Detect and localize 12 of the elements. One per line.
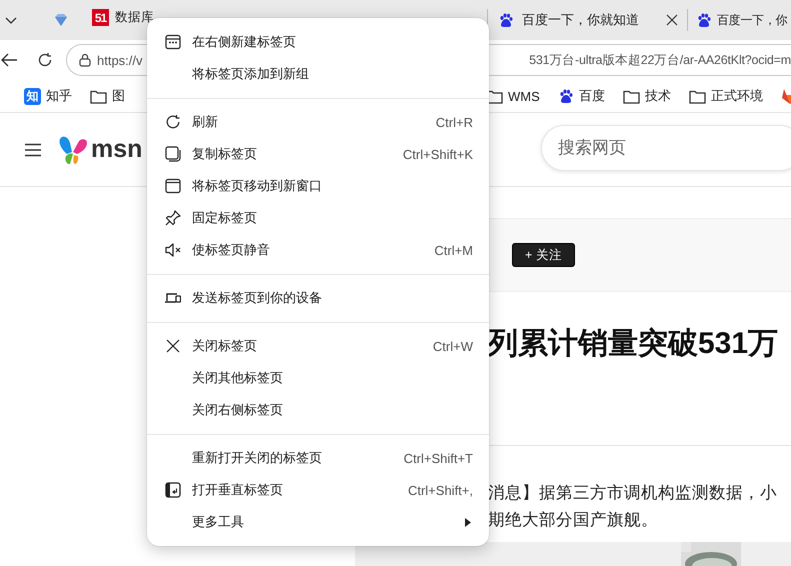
shortcut-text: Ctrl+W	[432, 338, 473, 354]
url-text: 531万台-ultra版本超22万台/ar-AA26tKlt?ocid=m	[529, 52, 791, 68]
site-logo: 51	[92, 9, 109, 26]
url-text: https://v	[97, 52, 143, 68]
site-logo: 知	[24, 88, 41, 104]
shortcut-text: Ctrl+Shift+,	[408, 482, 473, 498]
article-title: 列累计销量突破531万	[488, 326, 780, 362]
article-body: 消息】据第三方市调机构监测数据，小 期绝大部分国产旗舰。	[488, 483, 778, 531]
shortcut-text: Ctrl+Shift+T	[404, 450, 473, 466]
shortcut-text: Ctrl+Shift+K	[402, 146, 473, 162]
shortcut-text: Ctrl+M	[434, 242, 473, 258]
shortcut-text: Ctrl+R	[436, 114, 473, 130]
